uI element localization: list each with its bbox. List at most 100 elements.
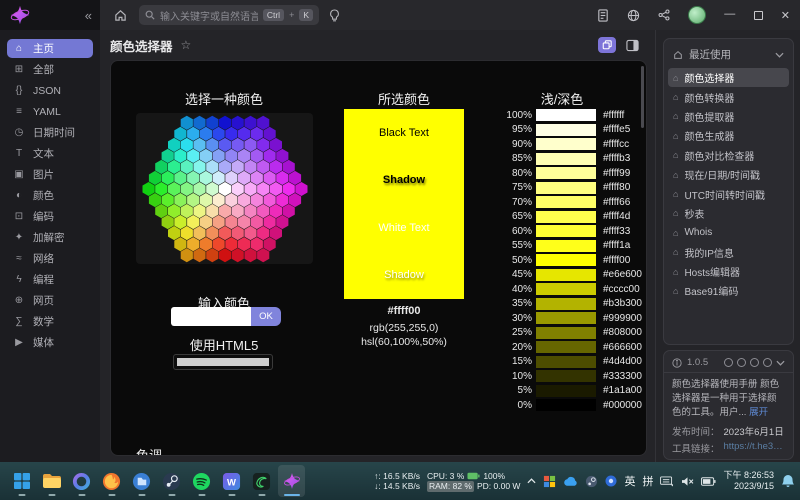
hex-color-cell[interactable] [263, 215, 275, 229]
hex-color-cell[interactable] [161, 170, 173, 184]
hex-color-cell[interactable] [244, 137, 256, 151]
hex-color-cell[interactable] [193, 137, 205, 151]
hex-color-cell[interactable] [199, 237, 211, 251]
hex-color-cell[interactable] [231, 248, 243, 262]
info-row-value[interactable]: https://t.he3app.co... [724, 441, 785, 455]
github-icon[interactable] [750, 358, 759, 367]
hex-color-cell[interactable] [250, 126, 262, 140]
hex-color-cell[interactable] [231, 137, 243, 151]
sidebar-item-media[interactable]: ▶媒体 [7, 333, 93, 352]
browser-globe-icon[interactable] [627, 9, 640, 22]
hex-color-cell[interactable] [257, 115, 269, 129]
hex-color-cell[interactable] [148, 170, 160, 184]
hex-color-cell[interactable] [269, 204, 281, 218]
sidebar-item-programming[interactable]: ϟ编程 [7, 270, 93, 289]
hex-color-cell[interactable] [250, 170, 262, 184]
hex-color-cell[interactable] [199, 126, 211, 140]
taskbar-clock[interactable]: 下午 8:26:53 2023/9/15 [723, 470, 774, 492]
hex-color-cell[interactable] [212, 170, 224, 184]
hex-color-cell[interactable] [168, 137, 180, 151]
hex-color-cell[interactable] [218, 182, 230, 196]
hex-color-cell[interactable] [187, 126, 199, 140]
shade-row[interactable]: 90%#ffffcc [496, 137, 646, 151]
sidebar-item-encode[interactable]: ⊡编码 [7, 207, 93, 226]
hex-color-cell[interactable] [142, 182, 154, 196]
hex-color-cell[interactable] [276, 215, 288, 229]
hex-color-cell[interactable] [180, 226, 192, 240]
sidebar-item-web[interactable]: ⊕网页 [7, 291, 93, 310]
shade-row[interactable]: 55%#ffff1a [496, 239, 646, 253]
hex-color-cell[interactable] [199, 215, 211, 229]
hex-color-cell[interactable] [250, 237, 262, 251]
hex-color-cell[interactable] [282, 182, 294, 196]
recent-item[interactable]: ⌂颜色转换器 [668, 87, 789, 106]
hex-color-cell[interactable] [295, 182, 307, 196]
shade-row[interactable]: 5%#1a1a00 [496, 384, 646, 398]
hex-color-cell[interactable] [193, 248, 205, 262]
hex-color-cell[interactable] [244, 115, 256, 129]
info-row-value[interactable]: https://github.com... [724, 458, 785, 460]
hex-color-cell[interactable] [193, 226, 205, 240]
recent-item[interactable]: ⌂Base91编码 [668, 281, 789, 300]
hex-color-cell[interactable] [238, 215, 250, 229]
ok-button[interactable]: OK [251, 307, 281, 326]
shade-row[interactable]: 10%#333300 [496, 369, 646, 383]
hex-color-cell[interactable] [193, 159, 205, 173]
steam-icon[interactable] [158, 465, 185, 497]
hex-color-cell[interactable] [180, 137, 192, 151]
shade-row[interactable]: 60%#ffff33 [496, 224, 646, 238]
hex-color-cell[interactable] [263, 170, 275, 184]
chevron-down-icon[interactable] [775, 52, 784, 58]
hex-color-cell[interactable] [206, 159, 218, 173]
sidebar-item-crypto[interactable]: ✦加解密 [7, 228, 93, 247]
hex-color-cell[interactable] [276, 193, 288, 207]
hex-color-cell[interactable] [206, 226, 218, 240]
hex-color-cell[interactable] [218, 137, 230, 151]
shade-row[interactable]: 95%#ffffe5 [496, 123, 646, 137]
sidebar-item-yaml[interactable]: ≡YAML [7, 102, 93, 121]
window-minimize-button[interactable]: — [724, 9, 736, 21]
hex-color-cell[interactable] [180, 115, 192, 129]
shade-row[interactable]: 65%#ffff4d [496, 210, 646, 224]
shade-row[interactable]: 80%#ffff99 [496, 166, 646, 180]
hex-color-cell[interactable] [193, 182, 205, 196]
hex-color-cell[interactable] [212, 193, 224, 207]
recent-item[interactable]: ⌂秒表 [668, 204, 789, 223]
he3-app-icon[interactable] [278, 465, 305, 497]
user-avatar[interactable] [688, 6, 706, 24]
favorite-star-icon[interactable]: ☆ [181, 38, 192, 52]
hex-color-cell[interactable] [206, 204, 218, 218]
hex-color-cell[interactable] [225, 237, 237, 251]
start-button-icon[interactable] [8, 465, 35, 497]
hex-color-cell[interactable] [269, 226, 281, 240]
hex-color-cell[interactable] [193, 204, 205, 218]
shade-row[interactable]: 75%#ffff80 [496, 181, 646, 195]
hex-color-cell[interactable] [161, 193, 173, 207]
license-icon[interactable] [763, 358, 772, 367]
hex-color-cell[interactable] [225, 170, 237, 184]
recent-item[interactable]: ⌂UTC时间转时间戳 [668, 184, 789, 203]
hex-color-cell[interactable] [174, 193, 186, 207]
sidebar-item-json[interactable]: {}JSON [7, 81, 93, 100]
hex-color-cell[interactable] [174, 126, 186, 140]
tray-app-icon[interactable] [605, 475, 617, 487]
sidebar-item-network[interactable]: ≈网络 [7, 249, 93, 268]
hex-color-cell[interactable] [199, 170, 211, 184]
hex-color-cell[interactable] [180, 159, 192, 173]
recent-item[interactable]: ⌂Hosts编辑器 [668, 262, 789, 281]
sidebar-collapse-button[interactable]: « [85, 8, 92, 23]
hex-color-cell[interactable] [244, 182, 256, 196]
hex-color-cell[interactable] [168, 182, 180, 196]
shade-row[interactable]: 0%#000000 [496, 398, 646, 412]
hex-color-cell[interactable] [269, 137, 281, 151]
hex-color-cell[interactable] [174, 237, 186, 251]
ime-mode-indicator[interactable]: 拼 [642, 473, 653, 489]
hex-color-cell[interactable] [174, 148, 186, 162]
hex-color-cell[interactable] [225, 126, 237, 140]
hex-color-cell[interactable] [231, 115, 243, 129]
recent-item[interactable]: ⌂现在/日期/时间戳 [668, 165, 789, 184]
hex-color-cell[interactable] [180, 248, 192, 262]
hex-color-cell[interactable] [282, 204, 294, 218]
search-input[interactable]: 输入关键字或自然语言进... Ctrl + K [139, 5, 319, 25]
hex-color-cell[interactable] [199, 193, 211, 207]
